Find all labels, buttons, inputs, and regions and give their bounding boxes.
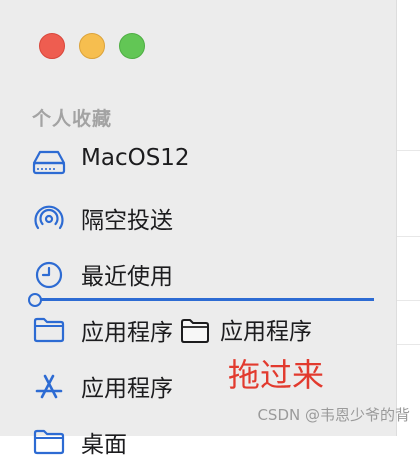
folder-icon (32, 428, 66, 456)
row-separator (397, 300, 420, 301)
close-button[interactable] (39, 33, 65, 59)
content-pane (397, 0, 420, 436)
folder-icon (180, 318, 210, 344)
sidebar-item-label: 最近使用 (81, 264, 173, 290)
row-separator (397, 236, 420, 237)
drop-indicator-line (30, 298, 374, 301)
watermark: CSDN @韦恩少爷的背 (257, 406, 410, 424)
sidebar-item-label: 隔空投送 (81, 208, 173, 234)
maximize-button[interactable] (119, 33, 145, 59)
folder-icon (32, 316, 66, 344)
app-store-icon (32, 372, 66, 400)
sidebar-item-recents[interactable]: 最近使用 (32, 254, 372, 294)
sidebar-item-desktop[interactable]: 桌面 (32, 422, 372, 462)
disk-icon (32, 148, 66, 176)
minimize-button[interactable] (79, 33, 105, 59)
clock-icon (32, 260, 66, 289)
airdrop-icon (32, 204, 66, 232)
sidebar-item-label: 桌面 (81, 432, 127, 458)
sidebar-item-macos12[interactable]: MacOS12 (32, 142, 372, 182)
sidebar-item-label: 应用程序 (81, 320, 173, 346)
drag-ghost-item[interactable]: 应用程序 (180, 312, 340, 346)
sidebar-item-airdrop[interactable]: 隔空投送 (32, 198, 372, 238)
row-separator (397, 344, 420, 345)
sidebar-item-label: MacOS12 (81, 145, 190, 171)
sidebar-item-label: 应用程序 (81, 376, 173, 402)
row-separator (397, 150, 420, 151)
drag-annotation: 拖过来 (228, 356, 325, 394)
drag-ghost-label: 应用程序 (220, 319, 312, 345)
finder-window: 个人收藏 MacOS12 隔空投送 最近使用 应用程序 应用程序 桌面 应用程序… (0, 0, 420, 458)
favorites-section-title: 个人收藏 (32, 108, 113, 130)
sidebar: 个人收藏 MacOS12 隔空投送 最近使用 应用程序 应用程序 桌面 应用程序… (0, 0, 397, 458)
drop-indicator-dot (28, 293, 42, 307)
